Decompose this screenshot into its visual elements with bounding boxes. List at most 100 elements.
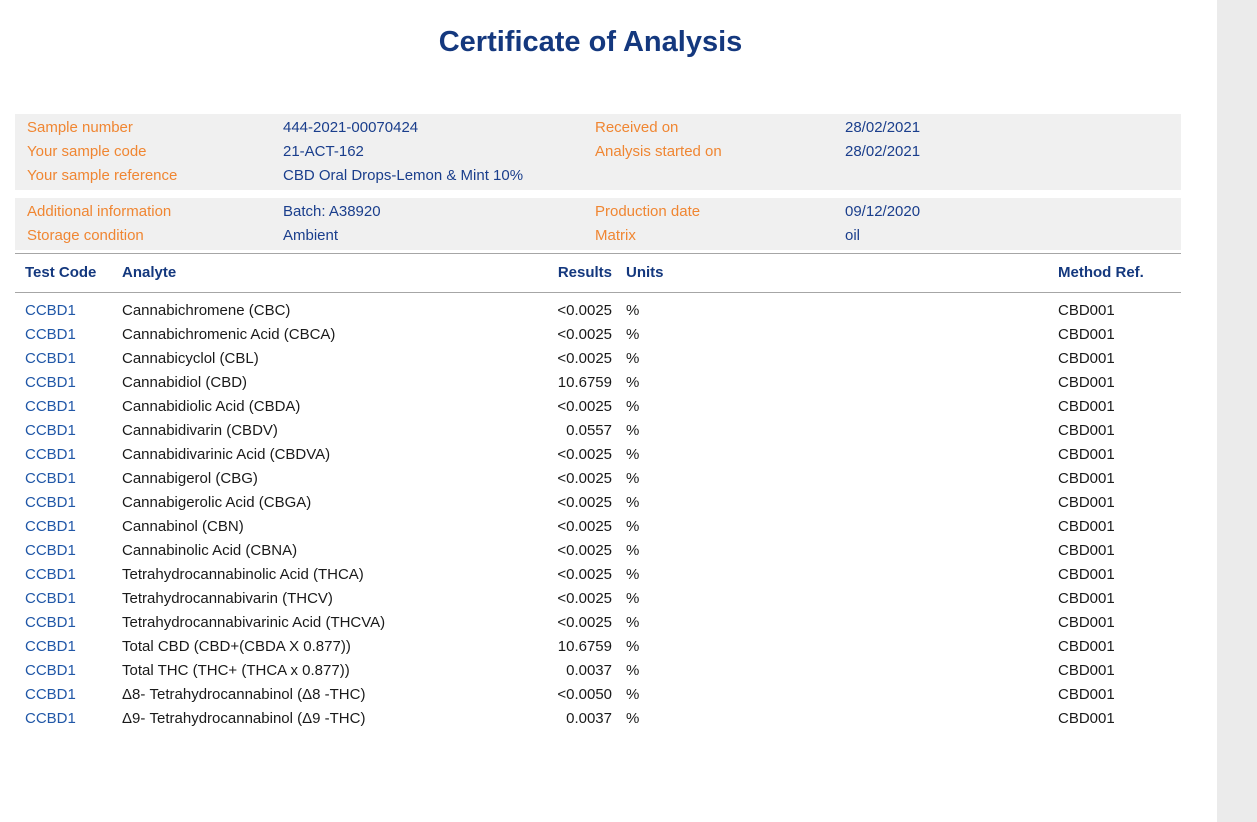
info-value-right xyxy=(845,164,1169,188)
method-ref-cell: CBD001 xyxy=(1058,443,1171,467)
test-code-cell[interactable]: CCBD1 xyxy=(25,659,122,683)
row-spacer xyxy=(672,467,1058,491)
result-value-cell: 0.0037 xyxy=(512,659,612,683)
table-row: CCBD1 Cannabidivarin (CBDV) 0.0557 % CBD… xyxy=(15,419,1181,443)
row-spacer xyxy=(672,587,1058,611)
analyte-cell: Cannabinolic Acid (CBNA) xyxy=(122,539,512,563)
table-row: CCBD1 Cannabigerolic Acid (CBGA) <0.0025… xyxy=(15,491,1181,515)
results-table: Test Code Analyte Results Units Method R… xyxy=(15,253,1181,731)
result-value-cell: 0.0037 xyxy=(512,707,612,731)
method-ref-cell: CBD001 xyxy=(1058,395,1171,419)
method-ref-cell: CBD001 xyxy=(1058,419,1171,443)
method-ref-cell: CBD001 xyxy=(1058,467,1171,491)
info-value-right: 28/02/2021 xyxy=(845,140,1169,164)
units-cell: % xyxy=(612,683,672,707)
method-ref-cell: CBD001 xyxy=(1058,491,1171,515)
test-code-cell[interactable]: CCBD1 xyxy=(25,515,122,539)
result-value-cell: <0.0050 xyxy=(512,683,612,707)
analyte-cell: Total THC (THC+ (THCA x 0.877)) xyxy=(122,659,512,683)
info-value-left: 444-2021-00070424 xyxy=(283,116,595,140)
units-cell: % xyxy=(612,323,672,347)
additional-info-box: Additional information Batch: A38920 Pro… xyxy=(15,198,1181,250)
analyte-cell: Cannabicyclol (CBL) xyxy=(122,347,512,371)
analyte-cell: Tetrahydrocannabivarinic Acid (THCVA) xyxy=(122,611,512,635)
result-value-cell: 0.0557 xyxy=(512,419,612,443)
test-code-cell[interactable]: CCBD1 xyxy=(25,539,122,563)
info-label-left: Sample number xyxy=(27,116,283,140)
test-code-cell[interactable]: CCBD1 xyxy=(25,419,122,443)
right-margin-strip xyxy=(1217,0,1257,822)
table-row: CCBD1 Cannabicyclol (CBL) <0.0025 % CBD0… xyxy=(15,347,1181,371)
analyte-cell: Cannabichromenic Acid (CBCA) xyxy=(122,323,512,347)
table-row: CCBD1 Cannabichromenic Acid (CBCA) <0.00… xyxy=(15,323,1181,347)
row-spacer xyxy=(672,371,1058,395)
row-spacer xyxy=(672,491,1058,515)
table-row: CCBD1 Cannabidiolic Acid (CBDA) <0.0025 … xyxy=(15,395,1181,419)
test-code-cell[interactable]: CCBD1 xyxy=(25,467,122,491)
test-code-cell[interactable]: CCBD1 xyxy=(25,299,122,323)
info-label-left: Storage condition xyxy=(27,224,283,248)
table-row: CCBD1 Cannabinol (CBN) <0.0025 % CBD001 xyxy=(15,515,1181,539)
info-label-left: Your sample code xyxy=(27,140,283,164)
method-ref-cell: CBD001 xyxy=(1058,563,1171,587)
test-code-cell[interactable]: CCBD1 xyxy=(25,635,122,659)
analyte-cell: Cannabinol (CBN) xyxy=(122,515,512,539)
result-value-cell: 10.6759 xyxy=(512,371,612,395)
units-cell: % xyxy=(612,539,672,563)
analyte-cell: Cannabidiolic Acid (CBDA) xyxy=(122,395,512,419)
certificate-page: Certificate of Analysis Sample number 44… xyxy=(0,0,1217,822)
result-value-cell: <0.0025 xyxy=(512,491,612,515)
analyte-cell: Cannabigerol (CBG) xyxy=(122,467,512,491)
test-code-cell[interactable]: CCBD1 xyxy=(25,707,122,731)
table-row: CCBD1 Cannabidiol (CBD) 10.6759 % CBD001 xyxy=(15,371,1181,395)
analyte-cell: Total CBD (CBD+(CBDA X 0.877)) xyxy=(122,635,512,659)
info-value-right: oil xyxy=(845,224,1169,248)
result-value-cell: <0.0025 xyxy=(512,395,612,419)
info-value-left: Batch: A38920 xyxy=(283,200,595,224)
analyte-cell: Cannabidivarinic Acid (CBDVA) xyxy=(122,443,512,467)
result-value-cell: <0.0025 xyxy=(512,299,612,323)
row-spacer xyxy=(672,395,1058,419)
test-code-cell[interactable]: CCBD1 xyxy=(25,371,122,395)
info-value-right: 09/12/2020 xyxy=(845,200,1169,224)
table-row: CCBD1 Δ9- Tetrahydrocannabinol (Δ9 -THC)… xyxy=(15,707,1181,731)
info-label-left: Additional information xyxy=(27,200,283,224)
table-row: CCBD1 Δ8- Tetrahydrocannabinol (Δ8 -THC)… xyxy=(15,683,1181,707)
units-cell: % xyxy=(612,611,672,635)
units-cell: % xyxy=(612,371,672,395)
result-value-cell: <0.0025 xyxy=(512,563,612,587)
table-row: CCBD1 Total CBD (CBD+(CBDA X 0.877)) 10.… xyxy=(15,635,1181,659)
test-code-cell[interactable]: CCBD1 xyxy=(25,395,122,419)
test-code-cell[interactable]: CCBD1 xyxy=(25,491,122,515)
test-code-cell[interactable]: CCBD1 xyxy=(25,683,122,707)
table-header-row: Test Code Analyte Results Units Method R… xyxy=(15,253,1181,293)
table-row: CCBD1 Cannabigerol (CBG) <0.0025 % CBD00… xyxy=(15,467,1181,491)
table-row: CCBD1 Tetrahydrocannabivarinic Acid (THC… xyxy=(15,611,1181,635)
info-row: Storage condition Ambient Matrix oil xyxy=(27,224,1169,248)
result-value-cell: <0.0025 xyxy=(512,587,612,611)
info-label-right: Received on xyxy=(595,116,845,140)
analyte-cell: Δ9- Tetrahydrocannabinol (Δ9 -THC) xyxy=(122,707,512,731)
table-row: CCBD1 Cannabidivarinic Acid (CBDVA) <0.0… xyxy=(15,443,1181,467)
sample-info-box: Sample number 444-2021-00070424 Received… xyxy=(15,114,1181,190)
units-cell: % xyxy=(612,347,672,371)
test-code-cell[interactable]: CCBD1 xyxy=(25,443,122,467)
units-cell: % xyxy=(612,707,672,731)
header-analyte: Analyte xyxy=(122,254,512,292)
analyte-cell: Tetrahydrocannabivarin (THCV) xyxy=(122,587,512,611)
method-ref-cell: CBD001 xyxy=(1058,635,1171,659)
test-code-cell[interactable]: CCBD1 xyxy=(25,563,122,587)
info-row: Your sample code 21-ACT-162 Analysis sta… xyxy=(27,140,1169,164)
table-row: CCBD1 Tetrahydrocannabivarin (THCV) <0.0… xyxy=(15,587,1181,611)
result-value-cell: <0.0025 xyxy=(512,323,612,347)
page-title: Certificate of Analysis xyxy=(0,26,1181,59)
test-code-cell[interactable]: CCBD1 xyxy=(25,611,122,635)
test-code-cell[interactable]: CCBD1 xyxy=(25,347,122,371)
method-ref-cell: CBD001 xyxy=(1058,659,1171,683)
test-code-cell[interactable]: CCBD1 xyxy=(25,323,122,347)
result-value-cell: <0.0025 xyxy=(512,347,612,371)
header-spacer xyxy=(672,254,1058,292)
test-code-cell[interactable]: CCBD1 xyxy=(25,587,122,611)
table-row: CCBD1 Cannabichromene (CBC) <0.0025 % CB… xyxy=(15,299,1181,323)
analyte-cell: Tetrahydrocannabinolic Acid (THCA) xyxy=(122,563,512,587)
